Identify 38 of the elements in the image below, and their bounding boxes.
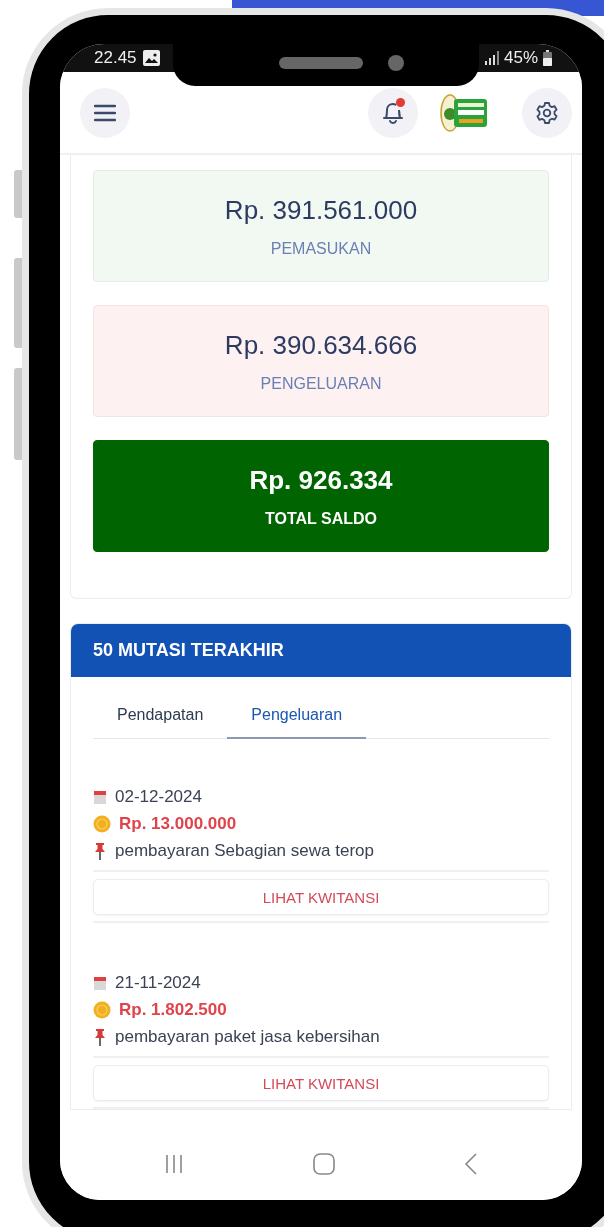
logo-drawing (440, 92, 488, 133)
battery-icon (543, 50, 552, 66)
tab[interactable]: Pengeluaran (227, 692, 367, 739)
receipt-button[interactable]: LIHAT KWITANSI (93, 1065, 549, 1101)
bell-icon (382, 100, 404, 125)
menu-icon (94, 103, 116, 122)
receipt-button[interactable]: LIHAT KWITANSI (93, 879, 549, 915)
image-icon (142, 50, 160, 66)
amount-text: Rp. 926.334 (249, 464, 393, 496)
summary-label: TOTAL SALDO (265, 509, 377, 528)
coin-icon (93, 1000, 111, 1019)
clock-time: 22.45 (94, 48, 137, 68)
home-icon[interactable] (313, 1153, 335, 1175)
date-text: 21-11-2024 (115, 972, 201, 993)
battery-percent: 45% (503, 48, 538, 68)
coin-icon (93, 814, 111, 833)
pushpin-icon (93, 1027, 107, 1046)
description-text: pembayaran Sebagian sewa terop (115, 840, 374, 861)
summary-label: PENGELUARAN (260, 374, 382, 393)
calendar-icon (93, 788, 107, 805)
amount-text: Rp. 13.000.000 (119, 813, 237, 834)
back-icon[interactable] (463, 1153, 478, 1175)
settings-button[interactable] (522, 87, 572, 138)
amount-text: Rp. 390.634.666 (224, 329, 418, 361)
amount-text: Rp. 1.802.500 (119, 999, 227, 1020)
signal-icon (484, 51, 499, 65)
menu-button[interactable] (80, 87, 130, 138)
pushpin-icon (93, 841, 107, 860)
date-text: 02-12-2024 (115, 786, 202, 807)
recent-apps-icon[interactable] (164, 1154, 185, 1174)
tab[interactable]: Pendapatan (93, 692, 228, 739)
description-text: pembayaran paket jasa kebersihan (115, 1026, 380, 1047)
amount-text: Rp. 391.561.000 (224, 194, 418, 226)
settings-icon (535, 100, 559, 125)
notification-button[interactable] (368, 87, 418, 138)
summary-label: PEMASUKAN (270, 239, 372, 258)
calendar-icon (93, 974, 107, 991)
panel-title: 50 MUTASI TERAKHIR (71, 624, 571, 677)
